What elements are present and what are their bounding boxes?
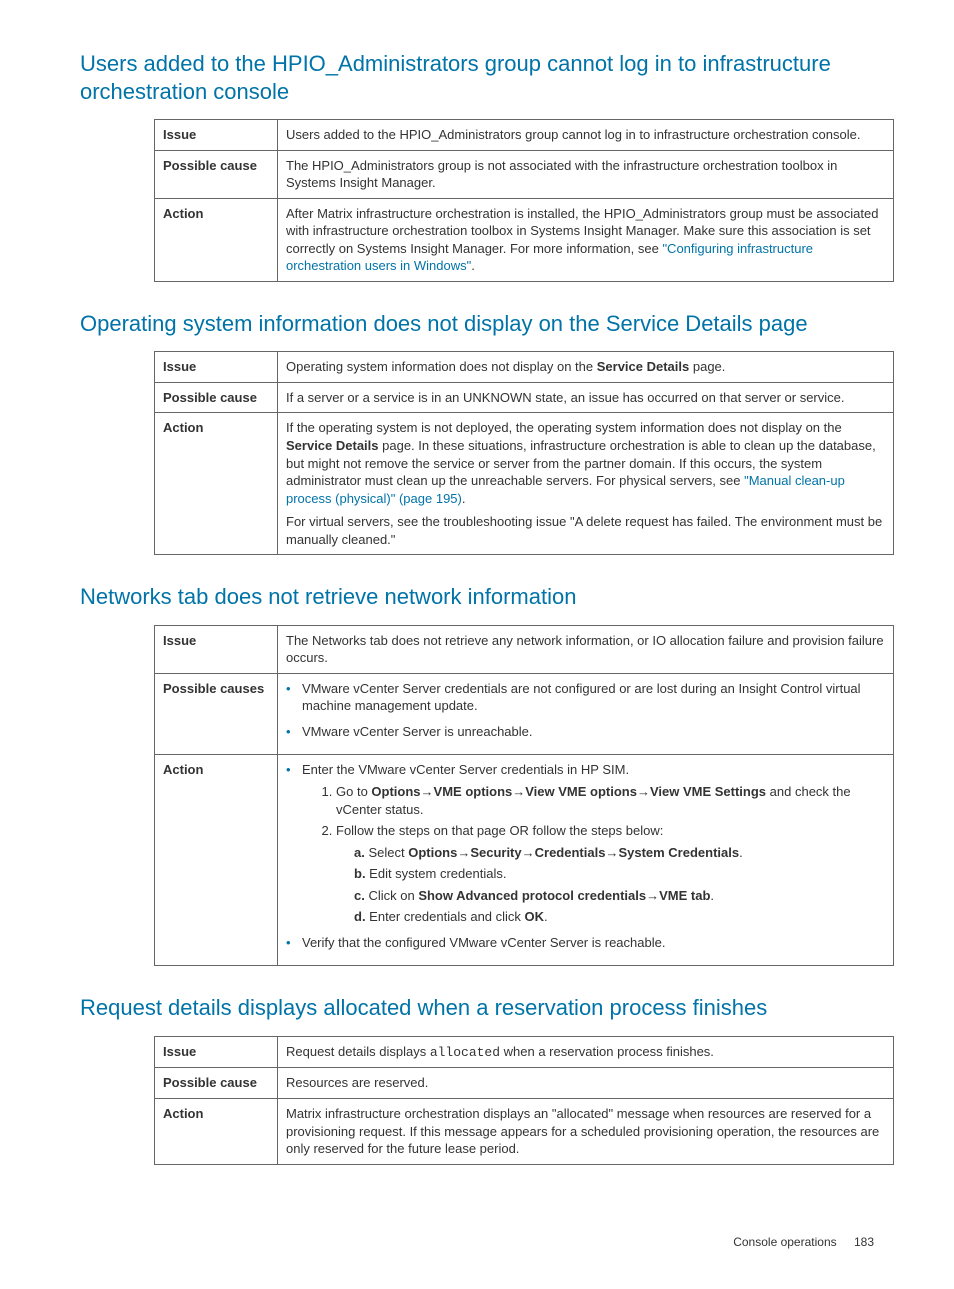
text-bold: Service Details <box>597 359 690 374</box>
text-bold: VME options <box>434 784 513 799</box>
cell-cause: If a server or a service is in an UNKNOW… <box>278 382 894 413</box>
text-bold: OK <box>525 909 545 924</box>
label-cause: Possible causes <box>155 673 278 755</box>
cell-cause: VMware vCenter Server credentials are no… <box>278 673 894 755</box>
label-issue: Issue <box>155 352 278 383</box>
text: Follow the steps on that page OR follow … <box>336 823 663 838</box>
text: . <box>739 845 743 860</box>
text: Go to <box>336 784 371 799</box>
text: . <box>471 258 475 273</box>
list-item: Go to Options→VME options→View VME optio… <box>336 783 885 818</box>
footer-text: Console operations <box>733 1235 836 1249</box>
list-item: c. Click on Show Advanced protocol crede… <box>354 887 885 905</box>
label-issue: Issue <box>155 120 278 151</box>
label-cause: Possible cause <box>155 382 278 413</box>
arrow-icon: → <box>457 845 470 860</box>
heading-s2: Operating system information does not di… <box>80 310 874 338</box>
table-s4: Issue Request details displays allocated… <box>154 1036 894 1165</box>
text-bold: Options <box>371 784 420 799</box>
table-s2: Issue Operating system information does … <box>154 351 894 555</box>
cell-action: Matrix infrastructure orchestration disp… <box>278 1099 894 1165</box>
text: . <box>544 909 548 924</box>
label-action: Action <box>155 413 278 555</box>
heading-s4: Request details displays allocated when … <box>80 994 874 1022</box>
table-s3: Issue The Networks tab does not retrieve… <box>154 625 894 967</box>
text-bold: System Credentials <box>618 845 739 860</box>
text: For virtual servers, see the troubleshoo… <box>286 513 885 548</box>
list-item: a. Select Options→Security→Credentials→S… <box>354 844 885 862</box>
text: . <box>462 491 466 506</box>
arrow-icon: → <box>646 888 659 903</box>
list-item: b. Edit system credentials. <box>354 865 885 883</box>
text-code: allocated <box>430 1045 500 1060</box>
text: If the operating system is not deployed,… <box>286 420 842 435</box>
label-action: Action <box>155 1099 278 1165</box>
label-issue: Issue <box>155 1036 278 1068</box>
label: d. <box>354 909 366 924</box>
heading-s3: Networks tab does not retrieve network i… <box>80 583 874 611</box>
text: . <box>710 888 714 903</box>
arrow-icon: → <box>522 845 535 860</box>
label: c. <box>354 888 365 903</box>
text: Operating system information does not di… <box>286 359 597 374</box>
text: page. <box>689 359 725 374</box>
cell-action: After Matrix infrastructure orchestratio… <box>278 198 894 281</box>
text-bold: Options <box>408 845 457 860</box>
arrow-icon: → <box>605 845 618 860</box>
table-s1: Issue Users added to the HPIO_Administra… <box>154 119 894 282</box>
text-bold: View VME Settings <box>650 784 766 799</box>
text-bold: Security <box>470 845 521 860</box>
label: b. <box>354 866 366 881</box>
text: Enter credentials and click <box>366 909 525 924</box>
cell-action: Enter the VMware vCenter Server credenti… <box>278 755 894 966</box>
label-action: Action <box>155 755 278 966</box>
text: Select <box>365 845 408 860</box>
page-footer: Console operations 183 <box>80 1235 874 1249</box>
arrow-icon: → <box>637 784 650 799</box>
text-bold: Credentials <box>535 845 606 860</box>
list-item: Follow the steps on that page OR follow … <box>336 822 885 926</box>
list-item: d. Enter credentials and click OK. <box>354 908 885 926</box>
list-item: Verify that the configured VMware vCente… <box>286 934 885 952</box>
label-cause: Possible cause <box>155 1068 278 1099</box>
text: when a reservation process finishes. <box>500 1044 714 1059</box>
text: Edit system credentials. <box>366 866 507 881</box>
text-bold: VME tab <box>659 888 710 903</box>
text-bold: Show Advanced protocol credentials <box>418 888 646 903</box>
list-item: VMware vCenter Server is unreachable. <box>286 723 885 741</box>
cell-cause: Resources are reserved. <box>278 1068 894 1099</box>
cell-issue: Operating system information does not di… <box>278 352 894 383</box>
text-bold: Service Details <box>286 438 379 453</box>
page-number: 183 <box>854 1235 874 1249</box>
list-item: VMware vCenter Server credentials are no… <box>286 680 885 715</box>
cell-action: If the operating system is not deployed,… <box>278 413 894 555</box>
arrow-icon: → <box>421 784 434 799</box>
label-issue: Issue <box>155 625 278 673</box>
heading-s1: Users added to the HPIO_Administrators g… <box>80 50 874 105</box>
label-cause: Possible cause <box>155 150 278 198</box>
cell-cause: The HPIO_Administrators group is not ass… <box>278 150 894 198</box>
cell-issue: The Networks tab does not retrieve any n… <box>278 625 894 673</box>
text-bold: View VME options <box>525 784 637 799</box>
arrow-icon: → <box>512 784 525 799</box>
text: Request details displays <box>286 1044 430 1059</box>
list-item: Enter the VMware vCenter Server credenti… <box>286 761 885 925</box>
cell-issue: Users added to the HPIO_Administrators g… <box>278 120 894 151</box>
cell-issue: Request details displays allocated when … <box>278 1036 894 1068</box>
label: a. <box>354 845 365 860</box>
label-action: Action <box>155 198 278 281</box>
text: Click on <box>365 888 418 903</box>
text: Enter the VMware vCenter Server credenti… <box>302 762 629 777</box>
